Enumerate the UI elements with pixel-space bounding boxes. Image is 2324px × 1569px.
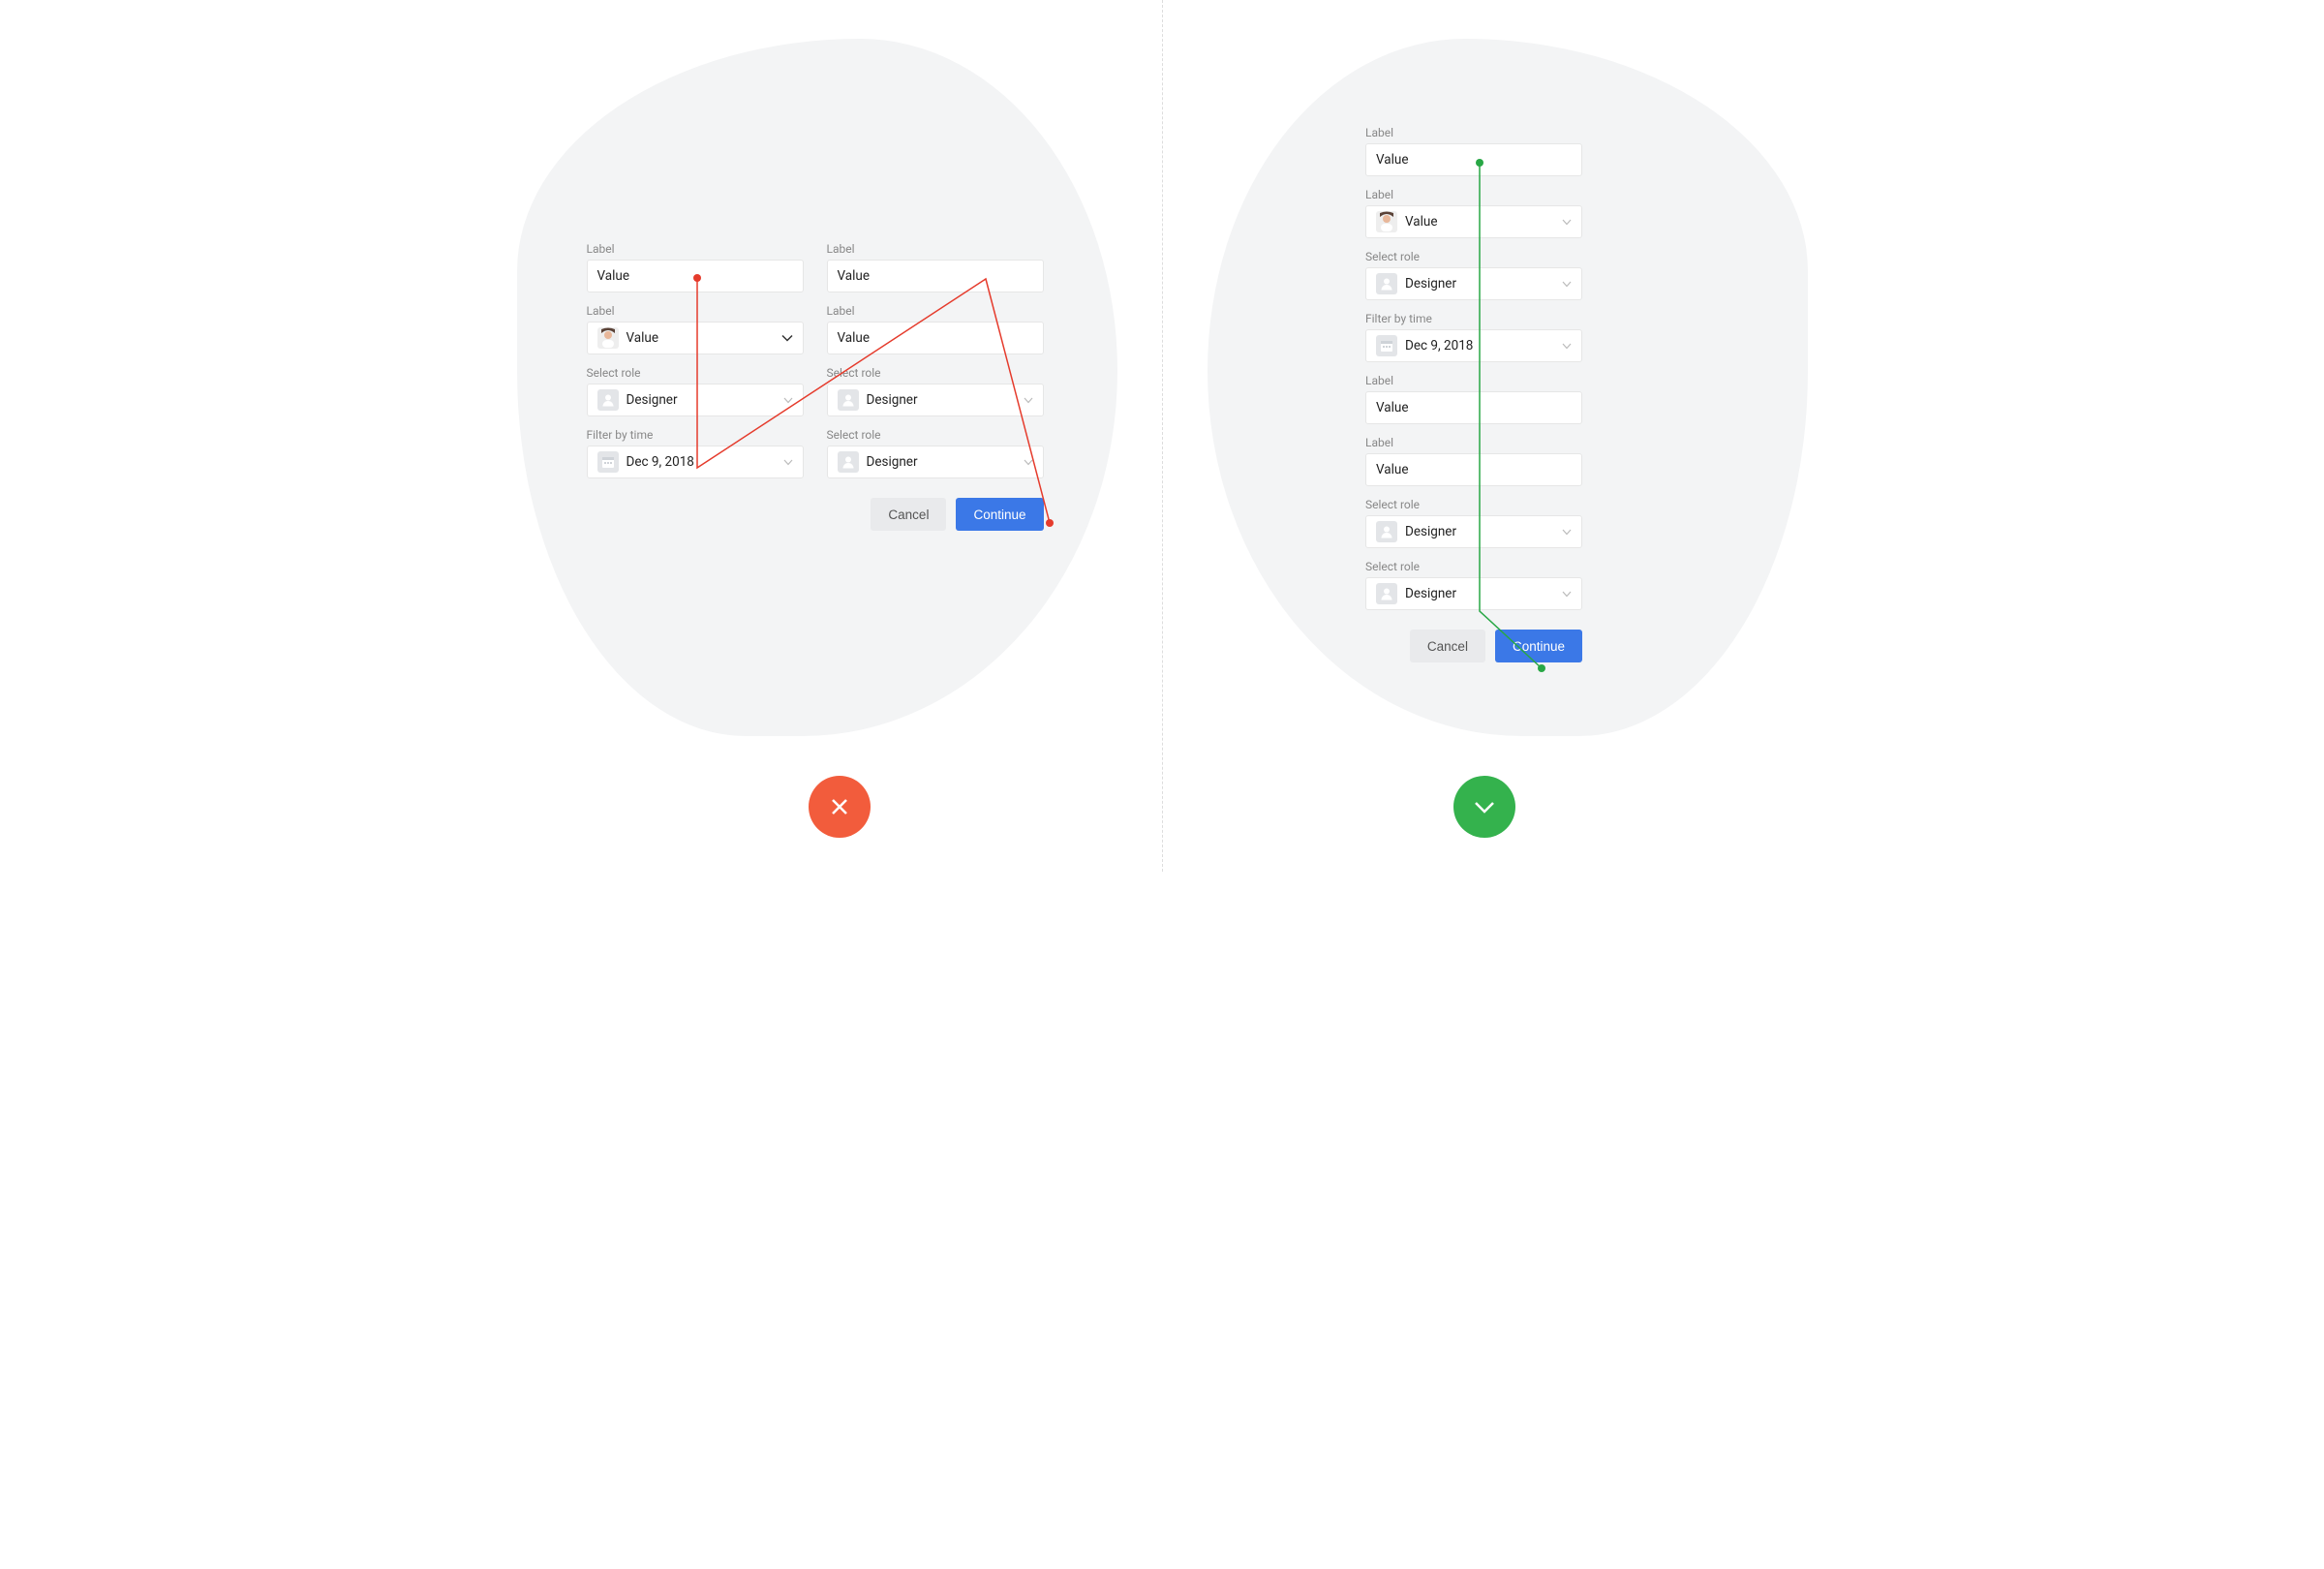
field-label: Label — [1365, 126, 1582, 139]
role-select[interactable]: Designer — [827, 384, 1044, 416]
person-icon — [1376, 583, 1397, 604]
chevron-down-icon — [1562, 524, 1572, 539]
continue-button[interactable]: Continue — [956, 498, 1043, 531]
text-input[interactable]: Value — [1365, 391, 1582, 424]
role-select[interactable]: Designer — [1365, 515, 1582, 548]
role-select[interactable]: Designer — [1365, 267, 1582, 300]
form-column-b: Label Value Label Value Select role — [827, 242, 1044, 531]
chevron-down-icon — [1024, 392, 1033, 408]
user-select[interactable]: Value — [587, 322, 804, 354]
calendar-icon — [1376, 335, 1397, 356]
field-label: Select role — [1365, 560, 1582, 573]
field-label: Label — [827, 304, 1044, 318]
person-icon — [838, 451, 859, 473]
chevron-down-icon — [783, 454, 793, 470]
person-icon — [838, 389, 859, 411]
person-icon — [1376, 521, 1397, 542]
field-label: Label — [587, 242, 804, 256]
field-label: Select role — [827, 428, 1044, 442]
continue-button[interactable]: Continue — [1495, 630, 1582, 662]
example-bad: Label Value Label Value — [517, 0, 1163, 872]
calendar-icon — [597, 451, 619, 473]
text-input[interactable]: Value — [1365, 453, 1582, 486]
avatar-icon — [1376, 211, 1397, 232]
role-select[interactable]: Designer — [1365, 577, 1582, 610]
field-label: Label — [587, 304, 804, 318]
chevron-down-icon — [781, 330, 793, 346]
chevron-down-icon — [1562, 276, 1572, 292]
text-input[interactable]: Value — [1365, 143, 1582, 176]
avatar-icon — [597, 327, 619, 349]
person-icon — [597, 389, 619, 411]
field-label: Select role — [1365, 498, 1582, 511]
verdict-bad-icon — [809, 776, 871, 838]
user-select[interactable]: Value — [1365, 205, 1582, 238]
chevron-down-icon — [1562, 214, 1572, 230]
person-icon — [1376, 273, 1397, 294]
chevron-down-icon — [1562, 338, 1572, 354]
chevron-down-icon — [1562, 586, 1572, 601]
verdict-good-icon — [1453, 776, 1515, 838]
text-input[interactable]: Value — [827, 322, 1044, 354]
text-input[interactable]: Value — [587, 260, 804, 292]
field-label: Label — [1365, 374, 1582, 387]
field-label: Label — [827, 242, 1044, 256]
chevron-down-icon — [1024, 454, 1033, 470]
field-label: Select role — [1365, 250, 1582, 263]
chevron-down-icon — [783, 392, 793, 408]
vertical-divider — [1162, 0, 1163, 872]
cancel-button[interactable]: Cancel — [871, 498, 946, 531]
date-select[interactable]: Dec 9, 2018 — [1365, 329, 1582, 362]
field-label: Filter by time — [587, 428, 804, 442]
field-label: Select role — [827, 366, 1044, 380]
role-select[interactable]: Designer — [587, 384, 804, 416]
date-select[interactable]: Dec 9, 2018 — [587, 446, 804, 478]
cancel-button[interactable]: Cancel — [1410, 630, 1485, 662]
field-label: Filter by time — [1365, 312, 1582, 325]
form-column: Label Value Label Value Sele — [1365, 126, 1582, 662]
field-label: Label — [1365, 188, 1582, 201]
text-input[interactable]: Value — [827, 260, 1044, 292]
role-select[interactable]: Designer — [827, 446, 1044, 478]
example-good: Label Value Label Value Sele — [1162, 0, 1808, 872]
field-label: Select role — [587, 366, 804, 380]
field-label: Label — [1365, 436, 1582, 449]
form-column-a: Label Value Label Value — [587, 242, 804, 531]
